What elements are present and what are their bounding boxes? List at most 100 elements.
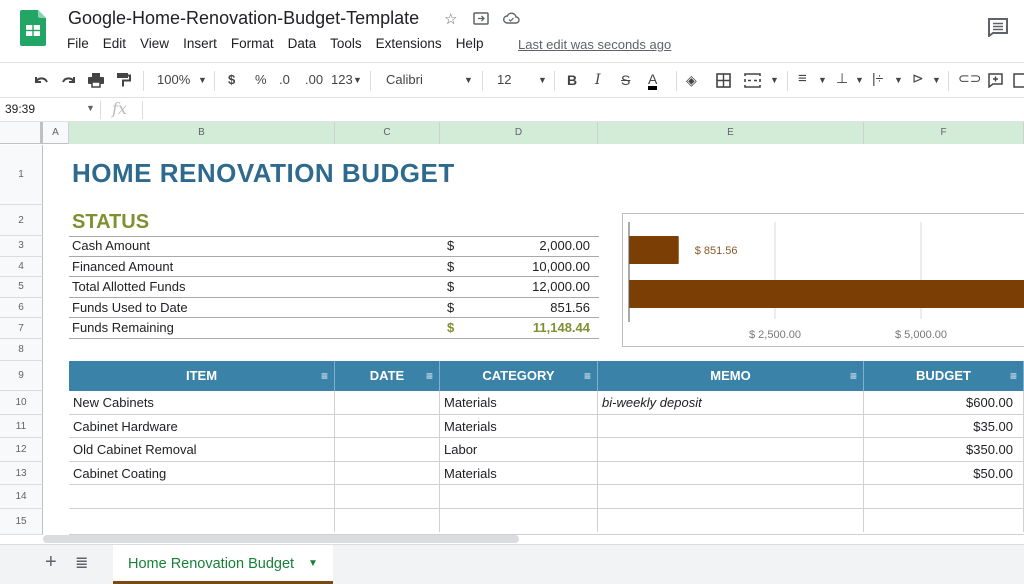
cell-budget[interactable]: $600.00 — [864, 391, 1024, 415]
menu-extensions[interactable]: Extensions — [376, 36, 442, 51]
rotation-caret-icon[interactable]: ▼ — [932, 75, 941, 85]
menu-format[interactable]: Format — [231, 36, 274, 51]
merge-cells-icon[interactable] — [744, 73, 761, 88]
menu-view[interactable]: View — [140, 36, 169, 51]
text-rotation-icon[interactable]: ⊳ — [912, 70, 924, 87]
filter-icon[interactable]: ≡ — [1010, 361, 1017, 391]
cell-budget[interactable] — [864, 485, 1024, 509]
cell-item[interactable]: Old Cabinet Removal — [69, 438, 335, 462]
table-row[interactable] — [69, 485, 1024, 509]
document-title[interactable]: Google-Home-Renovation-Budget-Template — [68, 8, 419, 29]
row-header[interactable]: 13 — [0, 461, 43, 485]
add-sheet-icon[interactable]: + — [45, 551, 57, 574]
column-header-a[interactable]: A — [43, 122, 69, 144]
merge-caret-icon[interactable]: ▼ — [770, 75, 779, 85]
cell-category[interactable]: Materials — [440, 391, 598, 415]
halign-caret-icon[interactable]: ▼ — [818, 75, 827, 85]
sheet-tab-caret-icon[interactable]: ▼ — [308, 558, 318, 569]
percent-format-button[interactable]: % — [255, 72, 267, 87]
cell-memo[interactable]: bi-weekly deposit — [598, 391, 864, 415]
column-header-b[interactable]: B — [69, 122, 335, 144]
increase-decimal-button[interactable]: .00 — [305, 72, 323, 87]
horizontal-align-icon[interactable]: ≡ — [798, 70, 807, 87]
sheet-tab-active[interactable]: Home Renovation Budget ▼ — [113, 545, 333, 584]
menu-insert[interactable]: Insert — [183, 36, 217, 51]
sheets-logo-icon[interactable] — [20, 10, 46, 46]
cell-item[interactable]: Cabinet Coating — [69, 461, 335, 485]
fill-color-icon[interactable]: ◈ — [686, 72, 697, 89]
print-icon[interactable] — [87, 72, 105, 88]
status-row-cash[interactable]: Cash Amount $ 2,000.00 — [69, 236, 599, 257]
cell-category[interactable]: Labor — [440, 438, 598, 462]
header-item[interactable]: ITEM ≡ — [69, 361, 335, 391]
font-size-caret-icon[interactable]: ▼ — [538, 75, 547, 85]
status-row-financed[interactable]: Financed Amount $ 10,000.00 — [69, 257, 599, 277]
filter-icon[interactable]: ≡ — [321, 361, 328, 391]
menu-help[interactable]: Help — [456, 36, 484, 51]
cell-date[interactable] — [335, 414, 440, 438]
valign-caret-icon[interactable]: ▼ — [855, 75, 864, 85]
all-sheets-menu-icon[interactable]: ≣ — [75, 553, 88, 573]
insert-link-icon[interactable]: ⊂⊃ — [958, 70, 981, 87]
decrease-decimal-button[interactable]: .0 — [279, 72, 290, 87]
cell-memo[interactable] — [598, 461, 864, 485]
row-header[interactable]: 4 — [0, 256, 43, 277]
table-row[interactable]: Old Cabinet Removal Labor $350.00 — [69, 438, 1024, 462]
cell-category[interactable]: Materials — [440, 414, 598, 438]
cell-budget[interactable] — [864, 508, 1024, 532]
undo-icon[interactable] — [32, 73, 50, 87]
text-wrapping-icon[interactable]: |÷ — [872, 70, 883, 86]
strikethrough-button[interactable]: S — [621, 72, 630, 88]
row-header[interactable]: 14 — [0, 485, 43, 509]
column-header-e[interactable]: E — [598, 122, 864, 144]
filter-icon[interactable]: ≡ — [584, 361, 591, 391]
status-row-used[interactable]: Funds Used to Date $ 851.56 — [69, 298, 599, 318]
cell-memo[interactable] — [598, 508, 864, 532]
row-header[interactable]: 8 — [0, 339, 43, 361]
cell-category[interactable]: Materials — [440, 461, 598, 485]
cell-memo[interactable] — [598, 438, 864, 462]
borders-icon[interactable] — [716, 73, 731, 88]
filter-icon[interactable]: ≡ — [850, 361, 857, 391]
column-header-d[interactable]: D — [440, 122, 598, 144]
row-header[interactable]: 12 — [0, 438, 43, 462]
cell-item[interactable] — [69, 485, 335, 509]
name-box-caret-icon[interactable]: ▼ — [86, 103, 95, 113]
menu-file[interactable]: File — [67, 36, 89, 51]
cell-date[interactable] — [335, 461, 440, 485]
row-header[interactable]: 1 — [0, 145, 43, 205]
zoom-caret-icon[interactable]: ▼ — [198, 75, 207, 85]
more-formats-button[interactable]: 123 — [331, 72, 353, 87]
vertical-align-icon[interactable]: ⊥ — [836, 70, 848, 87]
font-caret-icon[interactable]: ▼ — [464, 75, 473, 85]
header-memo[interactable]: MEMO ≡ — [598, 361, 864, 391]
filter-icon[interactable]: ≡ — [426, 361, 433, 391]
menu-tools[interactable]: Tools — [330, 36, 362, 51]
menu-data[interactable]: Data — [288, 36, 317, 51]
insert-chart-icon[interactable] — [1013, 73, 1024, 88]
cell-category[interactable] — [440, 485, 598, 509]
cell-budget[interactable]: $35.00 — [864, 414, 1024, 438]
table-row[interactable]: Cabinet Coating Materials $50.00 — [69, 461, 1024, 485]
text-color-button[interactable]: A — [648, 72, 658, 90]
row-header[interactable]: 11 — [0, 414, 43, 438]
font-size-select[interactable]: 12 — [497, 72, 511, 87]
cell-item[interactable]: Cabinet Hardware — [69, 414, 335, 438]
cell-category[interactable] — [440, 508, 598, 532]
header-budget[interactable]: BUDGET ≡ — [864, 361, 1024, 391]
insert-comment-icon[interactable] — [988, 73, 1003, 88]
cell-date[interactable] — [335, 438, 440, 462]
row-header[interactable]: 6 — [0, 297, 43, 318]
horizontal-scrollbar[interactable] — [43, 535, 519, 543]
cell-date[interactable] — [335, 485, 440, 509]
name-box[interactable]: 39:39 — [5, 102, 35, 116]
table-row[interactable]: New Cabinets Materials bi-weekly deposit $6… — [69, 391, 1024, 415]
row-header[interactable]: 2 — [0, 205, 43, 236]
status-row-total[interactable]: Total Allotted Funds $ 12,000.00 — [69, 277, 599, 298]
font-select[interactable]: Calibri — [386, 72, 423, 87]
cell-memo[interactable] — [598, 414, 864, 438]
column-header-c[interactable]: C — [335, 122, 440, 144]
row-header[interactable]: 7 — [0, 318, 43, 339]
comment-icon[interactable] — [987, 17, 1009, 37]
menu-edit[interactable]: Edit — [103, 36, 126, 51]
